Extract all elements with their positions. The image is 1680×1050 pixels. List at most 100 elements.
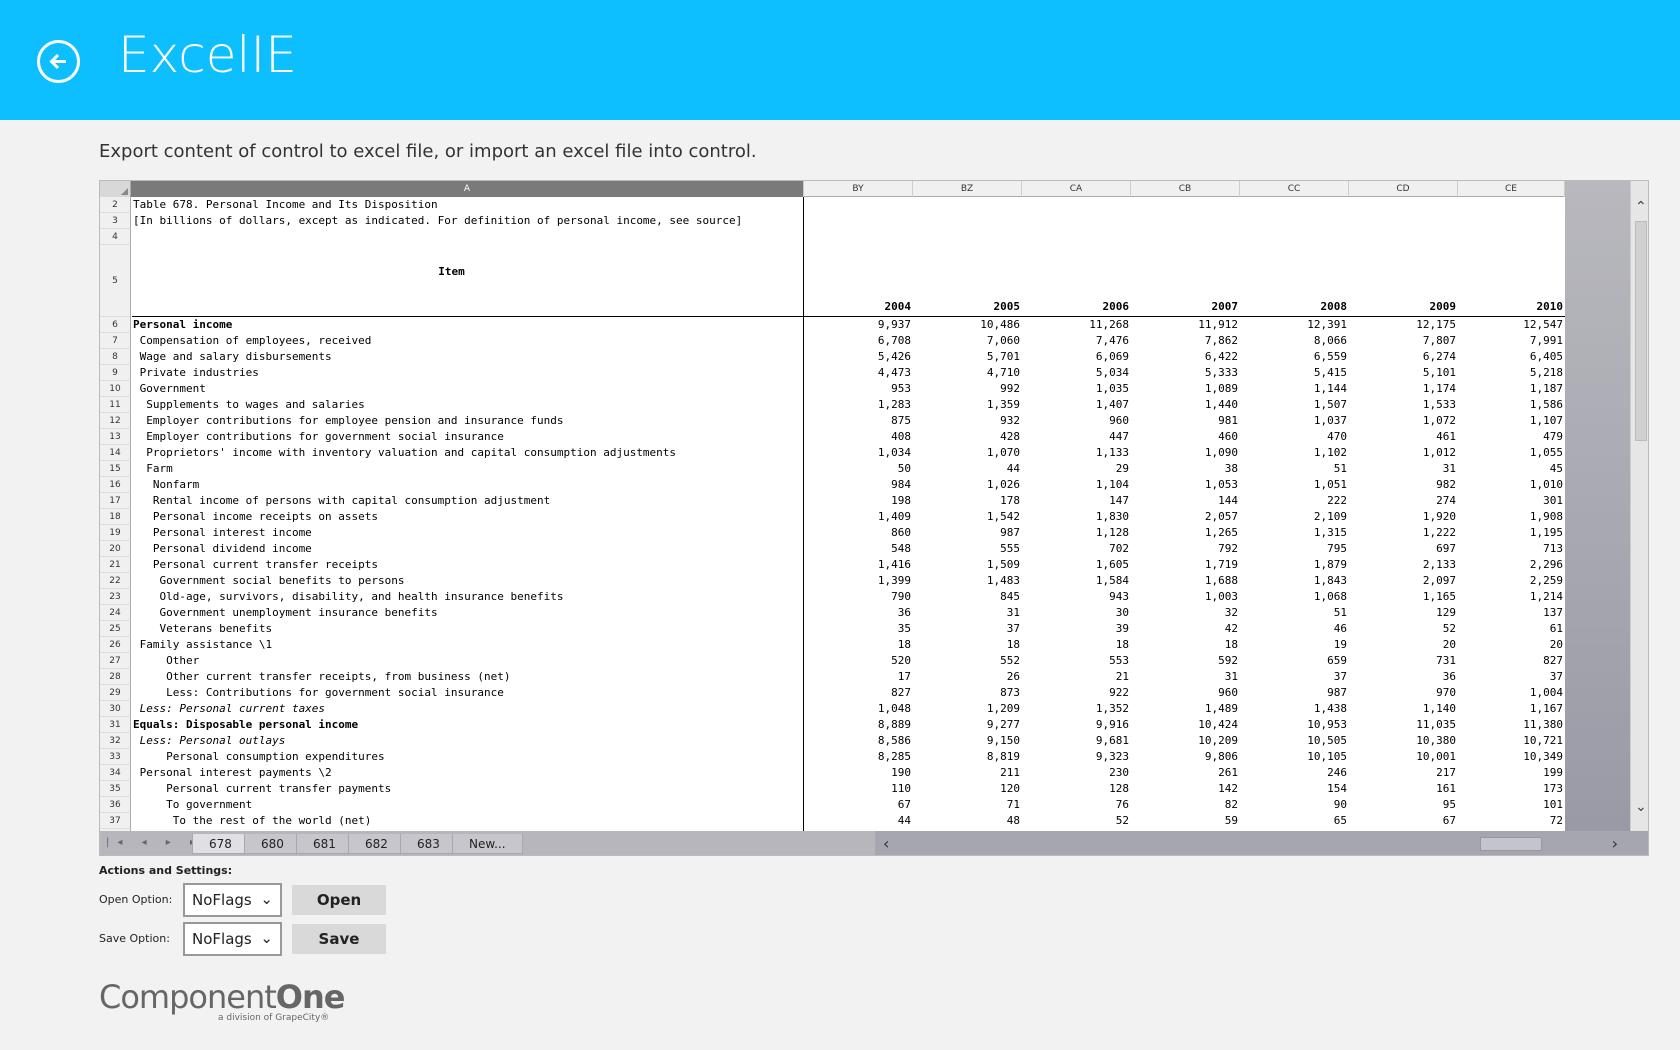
cell-value[interactable]: 71 bbox=[913, 797, 1020, 813]
cell-value[interactable]: 178 bbox=[913, 493, 1020, 509]
row-header[interactable]: 29 bbox=[100, 685, 131, 701]
back-button[interactable] bbox=[37, 40, 80, 83]
cell-value[interactable]: 72 bbox=[1456, 813, 1563, 829]
cell-value[interactable]: 1,055 bbox=[1456, 445, 1563, 461]
cell-value[interactable]: 211 bbox=[913, 765, 1020, 781]
cell-value[interactable]: 190 bbox=[804, 765, 911, 781]
cell-value[interactable]: 5,101 bbox=[1349, 365, 1456, 381]
cell-value[interactable]: 2,109 bbox=[1240, 509, 1347, 525]
sheet-tab[interactable]: 682 bbox=[348, 834, 405, 854]
cell-value[interactable]: 48 bbox=[913, 813, 1020, 829]
cell-value[interactable]: 1,920 bbox=[1349, 509, 1456, 525]
cell-value[interactable]: 10,505 bbox=[1240, 733, 1347, 749]
cell-value[interactable]: 1,035 bbox=[1022, 381, 1129, 397]
cell-value[interactable]: 10,721 bbox=[1456, 733, 1563, 749]
cell-value[interactable]: 982 bbox=[1349, 477, 1456, 493]
cell-value[interactable]: 1,407 bbox=[1022, 397, 1129, 413]
row-header[interactable]: 21 bbox=[100, 557, 131, 573]
column-header-by[interactable]: BY bbox=[804, 181, 913, 197]
horizontal-scrollbar[interactable]: ‹ › bbox=[875, 831, 1648, 855]
cell-value[interactable]: 8,819 bbox=[913, 749, 1020, 765]
cell-value[interactable]: 2,259 bbox=[1456, 573, 1563, 589]
cell-value[interactable]: 10,209 bbox=[1131, 733, 1238, 749]
cell-value[interactable]: 953 bbox=[804, 381, 911, 397]
cell-value[interactable]: 592 bbox=[1131, 653, 1238, 669]
row-header[interactable]: 31 bbox=[100, 717, 131, 733]
cell-value[interactable]: 2010 bbox=[1456, 299, 1564, 315]
cell-value[interactable]: 5,333 bbox=[1131, 365, 1238, 381]
cell-value[interactable]: 1,209 bbox=[913, 701, 1020, 717]
row-header[interactable]: 5 bbox=[100, 245, 131, 317]
cell-item-label[interactable]: Supplements to wages and salaries bbox=[132, 397, 770, 413]
cell-value[interactable]: 67 bbox=[804, 797, 911, 813]
spreadsheet[interactable]: A BY BZ CA CB CC CD CE 2 Table 678. Personal Inc… bbox=[99, 180, 1649, 856]
cell-value[interactable]: 860 bbox=[804, 525, 911, 541]
cell-value[interactable]: 10,349 bbox=[1456, 749, 1563, 765]
row-header[interactable]: 26 bbox=[100, 637, 131, 653]
cell-value[interactable]: 5,426 bbox=[804, 349, 911, 365]
new-sheet-tab[interactable]: New... bbox=[452, 834, 523, 854]
cell-value[interactable]: 9,806 bbox=[1131, 749, 1238, 765]
cell-value[interactable]: 82 bbox=[1131, 797, 1238, 813]
row-header[interactable]: 35 bbox=[100, 781, 131, 797]
cell-item-label[interactable]: Private industries bbox=[132, 365, 770, 381]
cell-value[interactable]: 981 bbox=[1131, 413, 1238, 429]
cell-value[interactable]: 1,879 bbox=[1240, 557, 1347, 573]
sheet-tab[interactable]: 681 bbox=[296, 834, 353, 854]
cell-item-label[interactable]: Personal dividend income bbox=[132, 541, 770, 557]
cell-item-label[interactable]: Equals: Disposable personal income bbox=[132, 717, 770, 733]
cell-value[interactable]: 44 bbox=[913, 461, 1020, 477]
cell-value[interactable]: 1,843 bbox=[1240, 573, 1347, 589]
cell-item-label[interactable]: Item bbox=[132, 245, 770, 317]
cell-item-label[interactable]: Nonfarm bbox=[132, 477, 770, 493]
cell-item-label[interactable]: Veterans benefits bbox=[132, 621, 770, 637]
column-header-bz[interactable]: BZ bbox=[913, 181, 1022, 197]
cell-value[interactable]: 37 bbox=[1456, 669, 1563, 685]
cell-value[interactable]: 142 bbox=[1131, 781, 1238, 797]
cell-item-label[interactable]: Personal income bbox=[132, 317, 770, 333]
cell-value[interactable]: 1,352 bbox=[1022, 701, 1129, 717]
cell-item-label[interactable]: Wage and salary disbursements bbox=[132, 349, 770, 365]
cell-value[interactable]: 1,012 bbox=[1349, 445, 1456, 461]
cell-value[interactable]: 51 bbox=[1240, 605, 1347, 621]
cell-value[interactable]: 1,068 bbox=[1240, 589, 1347, 605]
cell-value[interactable]: 199 bbox=[1456, 765, 1563, 781]
cell-value[interactable]: 1,315 bbox=[1240, 525, 1347, 541]
cell-value[interactable]: 960 bbox=[1131, 685, 1238, 701]
cell-value[interactable]: 461 bbox=[1349, 429, 1456, 445]
cell-value[interactable]: 1,140 bbox=[1349, 701, 1456, 717]
cell-value[interactable]: 1,222 bbox=[1349, 525, 1456, 541]
cell-value[interactable]: 1,072 bbox=[1349, 413, 1456, 429]
cell-value[interactable]: 173 bbox=[1456, 781, 1563, 797]
cell-value[interactable]: 11,380 bbox=[1456, 717, 1563, 733]
cell-value[interactable]: 59 bbox=[1131, 813, 1238, 829]
row-header[interactable]: 34 bbox=[100, 765, 131, 781]
row-header[interactable]: 3 bbox=[100, 213, 131, 229]
row-header[interactable]: 12 bbox=[100, 413, 131, 429]
cell-value[interactable]: 1,542 bbox=[913, 509, 1020, 525]
cell-value[interactable]: 9,916 bbox=[1022, 717, 1129, 733]
cell-value[interactable]: 12,175 bbox=[1349, 317, 1456, 333]
cell-value[interactable]: 1,438 bbox=[1240, 701, 1347, 717]
cell-item-label[interactable]: To the rest of the world (net) bbox=[132, 813, 770, 829]
cell-item-label[interactable]: Family assistance \1 bbox=[132, 637, 770, 653]
cell-item-label[interactable]: Employer contributions for government so… bbox=[132, 429, 770, 445]
cell-value[interactable]: 479 bbox=[1456, 429, 1563, 445]
cell-value[interactable]: 20 bbox=[1456, 637, 1563, 653]
cell-value[interactable]: 984 bbox=[804, 477, 911, 493]
cell-value[interactable]: 1,144 bbox=[1240, 381, 1347, 397]
cell-value[interactable]: 101 bbox=[1456, 797, 1563, 813]
cell-value[interactable]: 1,283 bbox=[804, 397, 911, 413]
cell-value[interactable]: 31 bbox=[913, 605, 1020, 621]
cell-value[interactable]: 1,167 bbox=[1456, 701, 1563, 717]
cell-value[interactable]: 9,150 bbox=[913, 733, 1020, 749]
row-header[interactable]: 4 bbox=[100, 229, 131, 245]
cell-item-label[interactable]: Government unemployment insurance benefi… bbox=[132, 605, 770, 621]
cell-item-label[interactable]: Old-age, survivors, disability, and heal… bbox=[132, 589, 770, 605]
cell-value[interactable]: 1,004 bbox=[1456, 685, 1563, 701]
cell-value[interactable]: 875 bbox=[804, 413, 911, 429]
cell-value[interactable]: 35 bbox=[804, 621, 911, 637]
cell-value[interactable]: 845 bbox=[913, 589, 1020, 605]
cell-value[interactable]: 873 bbox=[913, 685, 1020, 701]
cell-value[interactable]: 408 bbox=[804, 429, 911, 445]
